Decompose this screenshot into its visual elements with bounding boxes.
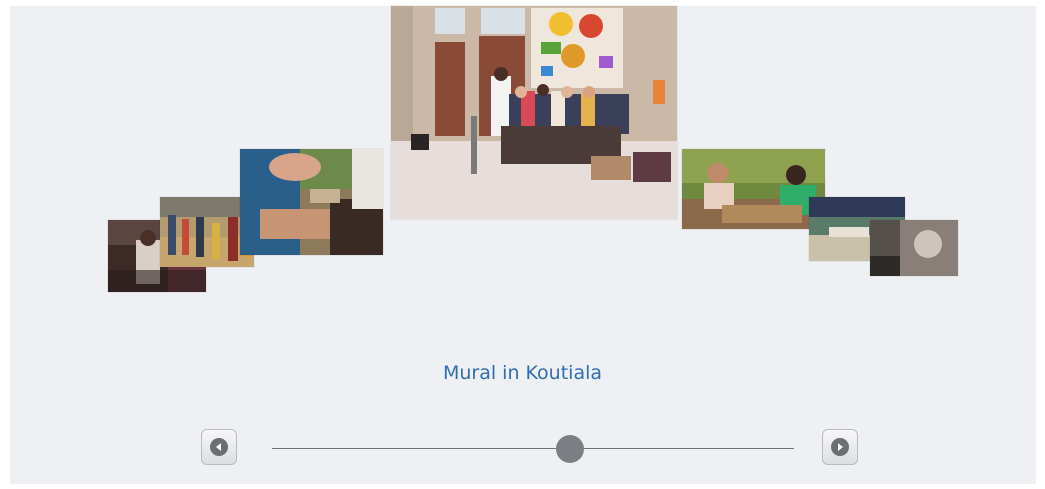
photo-hands-crafting[interactable]: [240, 149, 383, 255]
previous-button[interactable]: [201, 429, 237, 465]
next-button[interactable]: [822, 429, 858, 465]
photo-dark-portrait[interactable]: [870, 220, 958, 276]
photo-weaving-women[interactable]: [682, 149, 825, 229]
slider-thumb[interactable]: [555, 435, 584, 463]
photo-mural-group[interactable]: [391, 6, 677, 219]
arrow-left-icon: [210, 438, 228, 456]
arrow-right-icon: [831, 438, 849, 456]
photo-caption: Mural in Koutiala: [442, 362, 603, 384]
slider-track[interactable]: [272, 448, 794, 449]
